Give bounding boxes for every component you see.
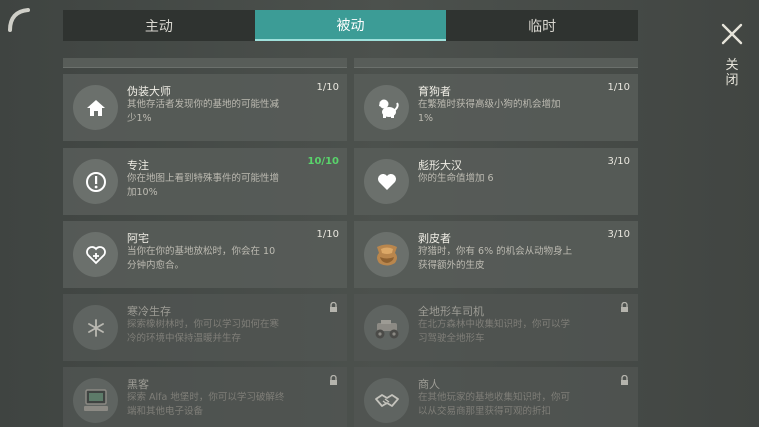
- lock-icon: [330, 302, 337, 312]
- lock-icon: [330, 375, 337, 385]
- handshake-icon: [364, 378, 409, 423]
- perk-name: 商人: [418, 378, 440, 391]
- snowflake-icon: [73, 305, 118, 350]
- perk-name: 育狗者: [418, 85, 451, 98]
- perk-description: 在其他玩家的基地收集知识时，你可以从交易商那里获得可观的折扣: [418, 392, 571, 417]
- perk-description: 探索 Alfa 地堡时，你可以学习破解终端和其他电子设备: [127, 392, 285, 417]
- perk-card-hacker[interactable]: 黑客 探索 Alfa 地堡时，你可以学习破解终端和其他电子设备: [63, 367, 347, 427]
- list-item-partial: [63, 58, 347, 68]
- tab-active-skills[interactable]: 主动: [63, 10, 255, 41]
- perk-description: 当你在你的基地放松时，你会在 10 分钟内愈合。: [127, 246, 276, 271]
- perk-level: 1/10: [316, 82, 339, 93]
- perk-card-trader[interactable]: 商人 在其他玩家的基地收集知识时，你可以从交易商那里获得可观的折扣: [354, 367, 638, 427]
- heart-plus-icon: [73, 232, 118, 277]
- computer-icon: [73, 378, 118, 423]
- perk-name: 剥皮者: [418, 232, 451, 245]
- perk-name: 黑客: [127, 378, 149, 391]
- perk-level: 3/10: [607, 156, 630, 167]
- home-icon: [73, 85, 118, 130]
- perk-name: 伪装大师: [127, 85, 171, 98]
- close-button[interactable]: 关闭: [718, 20, 746, 88]
- close-label: 关闭: [725, 58, 739, 88]
- lock-icon: [621, 375, 628, 385]
- perk-description: 狩猎时，你有 6% 的机会从动物身上获得额外的生皮: [418, 246, 573, 271]
- tab-temporary-skills[interactable]: 临时: [446, 10, 639, 41]
- perk-card-atv-driver[interactable]: 全地形车司机 在北方森林中收集知识时，你可以学习驾驶全地形车: [354, 294, 638, 361]
- tab-passive-skills[interactable]: 被动: [254, 10, 447, 41]
- perk-card-skinner[interactable]: 剥皮者 狩猎时，你有 6% 的机会从动物身上获得额外的生皮 3/10: [354, 221, 638, 288]
- list-item-partial: [354, 58, 638, 68]
- perk-description: 你的生命值增加 6: [418, 173, 494, 184]
- heart-icon: [364, 159, 409, 204]
- perk-name: 彪形大汉: [418, 159, 462, 172]
- perk-card-dog-breeder[interactable]: 育狗者 在繁殖时获得高级小狗的机会增加 1% 1/10: [354, 74, 638, 141]
- perk-card-homebody[interactable]: 阿宅 当你在你的基地放松时，你会在 10 分钟内愈合。 1/10: [63, 221, 347, 288]
- close-icon: [721, 23, 743, 45]
- perk-card-cold-survival[interactable]: 寒冷生存 探索橡树林时，你可以学习如何在寒冷的环境中保持温暖并生存: [63, 294, 347, 361]
- perk-name: 全地形车司机: [418, 305, 484, 318]
- perk-description: 探索橡树林时，你可以学习如何在寒冷的环境中保持温暖并生存: [127, 319, 280, 344]
- perk-description: 在繁殖时获得高级小狗的机会增加 1%: [418, 99, 561, 124]
- perk-card-focus[interactable]: 专注 你在地图上看到特殊事件的可能性增加10% 10/10: [63, 148, 347, 215]
- perk-level: 1/10: [607, 82, 630, 93]
- dog-icon: [364, 85, 409, 130]
- perk-description: 在北方森林中收集知识时，你可以学习驾驶全地形车: [418, 319, 571, 344]
- perk-level: 1/10: [316, 229, 339, 240]
- perk-name: 寒冷生存: [127, 305, 171, 318]
- perk-card-strongman[interactable]: 彪形大汉 你的生命值增加 6 3/10: [354, 148, 638, 215]
- perk-card-camouflage[interactable]: 伪装大师 其他存活者发现你的基地的可能性减少1% 1/10: [63, 74, 347, 141]
- hide-icon: [364, 232, 409, 277]
- tab-bar: 主动 被动 临时: [63, 10, 639, 41]
- perk-list[interactable]: 伪装大师 其他存活者发现你的基地的可能性减少1% 1/10 育狗者 在繁殖时获得…: [63, 58, 638, 427]
- perk-level: 3/10: [607, 229, 630, 240]
- perk-description: 其他存活者发现你的基地的可能性减少1%: [127, 99, 280, 124]
- perk-name: 阿宅: [127, 232, 149, 245]
- atv-icon: [364, 305, 409, 350]
- perk-name: 专注: [127, 159, 149, 172]
- perk-level-max: 10/10: [307, 156, 339, 167]
- menu-corner-icon[interactable]: [6, 6, 32, 32]
- perk-description: 你在地图上看到特殊事件的可能性增加10%: [127, 173, 280, 198]
- alert-icon: [73, 159, 118, 204]
- lock-icon: [621, 302, 628, 312]
